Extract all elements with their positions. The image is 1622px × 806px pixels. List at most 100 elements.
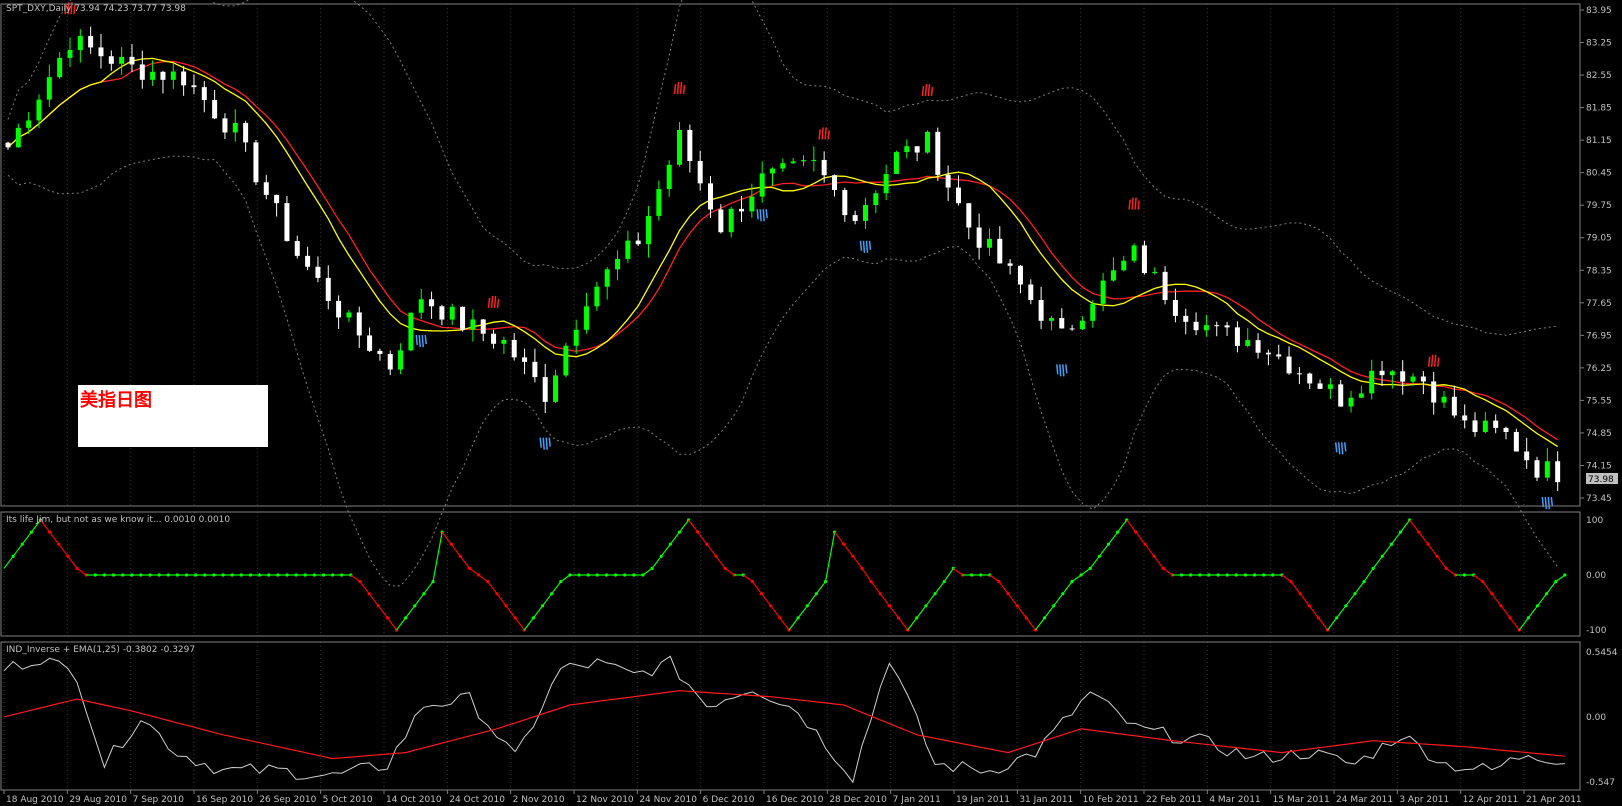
main-y-tick-label: 77.65 bbox=[1586, 299, 1612, 309]
oscillator-segment bbox=[1400, 519, 1411, 533]
candle-body bbox=[1276, 354, 1282, 357]
ema-line bbox=[3, 690, 1565, 760]
candle-body bbox=[243, 122, 249, 143]
main-y-tick-label: 83.95 bbox=[1586, 6, 1612, 16]
candle-body bbox=[150, 71, 156, 80]
candle-body bbox=[749, 196, 755, 212]
candle-body bbox=[222, 118, 228, 133]
oscillator-segment bbox=[797, 605, 808, 619]
oscillator-segment bbox=[1509, 617, 1520, 631]
candle-body bbox=[160, 71, 166, 80]
candle-body bbox=[677, 129, 683, 165]
candle-body bbox=[408, 312, 414, 351]
oscillator-segment bbox=[1473, 574, 1484, 583]
x-tick-label: 24 Nov 2010 bbox=[639, 795, 697, 805]
candle-body bbox=[263, 182, 269, 195]
inverse-y-axis: 0.5454 0.00 -0.547 bbox=[1586, 648, 1618, 788]
oscillator-segment bbox=[697, 531, 708, 545]
candle-body bbox=[1493, 420, 1499, 428]
oscillator-segment bbox=[779, 617, 790, 631]
oscillator-segment bbox=[678, 519, 690, 533]
candle-body bbox=[1451, 396, 1457, 416]
oscillator-segment bbox=[706, 543, 717, 557]
x-tick-label: 26 Sep 2010 bbox=[259, 795, 316, 805]
candle-body bbox=[1059, 318, 1065, 329]
candle-body bbox=[1152, 271, 1158, 274]
oscillator-segment bbox=[1071, 574, 1082, 583]
candle-body bbox=[1503, 427, 1509, 433]
candle-body bbox=[1162, 271, 1168, 301]
oscillator-segment bbox=[815, 581, 826, 595]
candle-body bbox=[1090, 303, 1096, 321]
oscillator-segment bbox=[761, 593, 772, 607]
oscillator-y-tick-label: 0.00 bbox=[1586, 571, 1606, 581]
lower-band-line bbox=[7, 155, 1559, 587]
candle-body bbox=[831, 175, 837, 190]
x-tick-label: 19 Jan 2011 bbox=[956, 795, 1010, 805]
main-y-axis: 83.95 83.25 82.55 81.85 81.15 80.45 79.75 79.05… bbox=[1580, 6, 1612, 504]
oscillator-segment bbox=[551, 581, 562, 595]
oscillator-segment bbox=[870, 581, 881, 595]
oscillator-y-axis: 100 0.00 -100 bbox=[1586, 516, 1607, 636]
reversal-markers bbox=[64, 2, 1554, 510]
oscillator-segment bbox=[651, 555, 662, 569]
oscillator-segment bbox=[1445, 567, 1456, 576]
hand-bottom-marker bbox=[1541, 497, 1554, 510]
candle-body bbox=[1472, 420, 1478, 433]
x-tick-label: 28 Dec 2010 bbox=[829, 795, 887, 805]
x-tick-label: 22 Feb 2011 bbox=[1146, 795, 1202, 805]
main-price-pane: SPT_DXY,Daily 73.94 74.23 73.77 73.98 83… bbox=[3, 0, 1618, 587]
oscillator-segment bbox=[1409, 519, 1420, 533]
candle-body bbox=[15, 127, 21, 148]
candle-body bbox=[356, 312, 362, 336]
inverse-y-tick-label: 0.00 bbox=[1586, 713, 1606, 723]
oscillator-segment bbox=[916, 605, 927, 619]
candle-body bbox=[460, 306, 466, 330]
candle-body bbox=[594, 286, 600, 307]
oscillator-segment bbox=[861, 568, 872, 582]
candle-body bbox=[232, 122, 238, 133]
candle-body bbox=[119, 56, 125, 64]
candle-body bbox=[294, 241, 300, 256]
oscillator-segment bbox=[542, 593, 553, 607]
candle-body bbox=[429, 299, 435, 307]
oscillator-segment bbox=[743, 574, 753, 583]
candle-body bbox=[976, 227, 982, 248]
candle-body bbox=[212, 99, 218, 119]
oscillator-segment bbox=[514, 617, 525, 631]
candle-body bbox=[1193, 321, 1199, 331]
inverse-lines bbox=[3, 655, 1565, 784]
candle-body bbox=[728, 208, 734, 233]
oscillator-segment bbox=[450, 543, 461, 557]
candle-body bbox=[739, 208, 745, 212]
oscillator-segment bbox=[660, 543, 671, 557]
main-y-tick-label: 83.25 bbox=[1586, 39, 1612, 49]
oscillator-segment bbox=[1098, 543, 1109, 557]
candle-body bbox=[955, 187, 961, 204]
hand-top-marker bbox=[1427, 354, 1440, 367]
main-y-tick-label: 81.15 bbox=[1586, 136, 1612, 146]
oscillator-segment bbox=[1016, 605, 1027, 619]
oscillator-segment bbox=[1290, 581, 1301, 595]
oscillator-segment bbox=[487, 581, 498, 595]
x-tick-label: 7 Jan 2011 bbox=[893, 795, 941, 805]
candle-body bbox=[57, 57, 63, 78]
oscillator-segment bbox=[989, 574, 1000, 583]
candle-body bbox=[480, 319, 486, 334]
oscillator-segment bbox=[998, 581, 1009, 595]
candle-body bbox=[842, 189, 848, 216]
oscillator-segment bbox=[377, 605, 388, 619]
oscillator-segment bbox=[852, 555, 863, 569]
candle-body bbox=[1307, 373, 1313, 384]
candle-body bbox=[1296, 373, 1302, 375]
oscillator-segment bbox=[1336, 605, 1347, 619]
oscillator-segment bbox=[423, 581, 434, 595]
hand-bottom-marker bbox=[539, 437, 551, 450]
candle-body bbox=[852, 215, 858, 221]
candle-body bbox=[274, 194, 280, 204]
candle-body bbox=[687, 129, 693, 162]
candle-body bbox=[201, 87, 207, 100]
candle-body bbox=[108, 56, 114, 64]
candle-body bbox=[470, 319, 476, 330]
main-y-tick-label: 74.15 bbox=[1586, 461, 1612, 471]
